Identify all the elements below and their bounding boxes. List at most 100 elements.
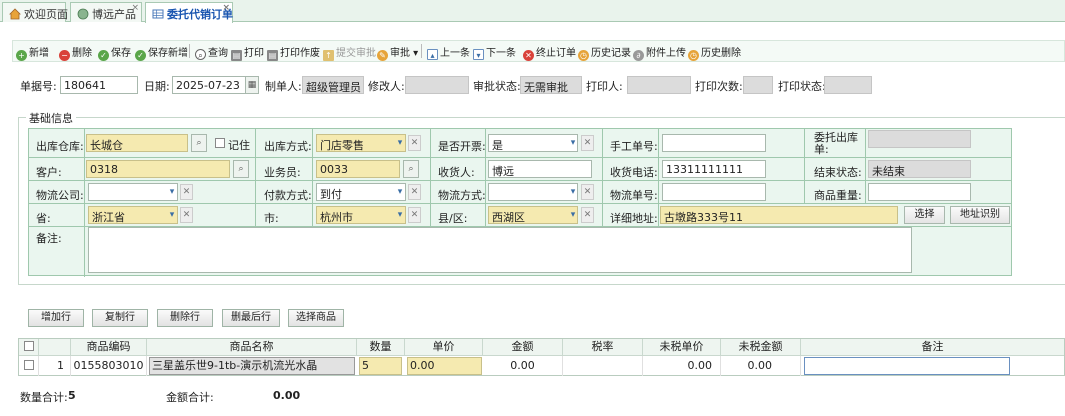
city-select[interactable]: 杭州市 bbox=[316, 206, 406, 224]
stop-icon: ✕ bbox=[523, 50, 534, 61]
attach-upload-button[interactable]: ∂ 附件上传 bbox=[633, 44, 686, 61]
goods-table: 商品编码 商品名称 数量 单价 金额 税率 未税单价 未税金额 备注 1 015… bbox=[18, 338, 1065, 376]
review-icon: ✎ bbox=[377, 50, 388, 61]
invoice-select[interactable]: 是 bbox=[488, 134, 578, 152]
warehouse-field[interactable]: 长城仓 bbox=[86, 134, 188, 152]
remember-checkbox[interactable] bbox=[215, 138, 225, 148]
row-tax bbox=[563, 356, 643, 376]
remember-label: 记住 bbox=[228, 139, 250, 152]
clear-icon[interactable]: ✕ bbox=[581, 184, 594, 200]
select-all-checkbox[interactable] bbox=[23, 341, 34, 351]
row-qty-input[interactable]: 5 bbox=[359, 357, 402, 375]
row-remark-input[interactable] bbox=[804, 357, 1010, 375]
delete-button[interactable]: − 删除 bbox=[59, 44, 92, 61]
clear-icon[interactable]: ✕ bbox=[408, 184, 421, 200]
toolbar-divider bbox=[189, 44, 190, 58]
ship-method-label: 物流方式: bbox=[438, 189, 486, 202]
close-icon[interactable]: × bbox=[131, 3, 139, 13]
history-delete-button[interactable]: ◷ 历史删除 bbox=[688, 44, 741, 61]
clear-icon[interactable]: ✕ bbox=[581, 135, 594, 151]
row-select-cell[interactable] bbox=[19, 356, 39, 376]
search-icon[interactable]: ⌕ bbox=[403, 160, 419, 178]
print-button[interactable]: ▤ 打印 bbox=[231, 44, 264, 61]
add-row-button[interactable]: 增加行 bbox=[28, 309, 84, 327]
weight-label: 商品重量: bbox=[814, 189, 862, 202]
prev-button[interactable]: ▴ 上一条 bbox=[427, 44, 470, 60]
manual-no-field[interactable] bbox=[662, 134, 766, 152]
submit-review-button[interactable]: ↑ 提交审批 bbox=[323, 44, 376, 61]
tab-welcome[interactable]: 欢迎页面 bbox=[2, 2, 68, 22]
query-button[interactable]: ⌕ 查询 bbox=[195, 44, 228, 60]
copy-row-button[interactable]: 复制行 bbox=[92, 309, 148, 327]
printer-icon: ▤ bbox=[267, 50, 278, 61]
chevron-down-icon[interactable]: ▾ bbox=[166, 206, 178, 224]
row-index: 1 bbox=[39, 356, 71, 376]
tab-consign-order[interactable]: 委托代销订单 × bbox=[145, 2, 233, 23]
row-name[interactable]: 三星盖乐世9-1tb-演示机流光水晶 bbox=[149, 357, 355, 375]
chevron-down-icon[interactable]: ▾ bbox=[567, 134, 579, 152]
next-button[interactable]: ▾ 下一条 bbox=[473, 44, 516, 60]
district-select[interactable]: 西湖区 bbox=[488, 206, 578, 224]
clear-icon[interactable]: ✕ bbox=[581, 207, 594, 223]
save-button[interactable]: ✓ 保存 bbox=[98, 44, 131, 61]
plus-icon: + bbox=[16, 50, 27, 61]
out-method-label: 出库方式: bbox=[264, 140, 312, 153]
delete-last-row-button[interactable]: 删最后行 bbox=[222, 309, 280, 327]
select-goods-button[interactable]: 选择商品 bbox=[288, 309, 344, 327]
receiver-field[interactable]: 博远 bbox=[488, 160, 592, 178]
chevron-down-icon[interactable]: ▾ bbox=[394, 206, 406, 224]
ship-method-select[interactable] bbox=[488, 183, 578, 201]
search-icon[interactable]: ⌕ bbox=[191, 134, 207, 152]
row-checkbox[interactable] bbox=[23, 360, 34, 370]
salesman-field[interactable]: 0033 bbox=[316, 160, 400, 178]
row-price-input[interactable]: 0.00 bbox=[407, 357, 482, 375]
print-status-label: 打印状态: bbox=[778, 80, 826, 93]
receiver-label: 收货人: bbox=[438, 166, 475, 179]
history-icon: ◷ bbox=[688, 50, 699, 61]
clear-icon[interactable]: ✕ bbox=[180, 184, 193, 200]
clear-icon[interactable]: ✕ bbox=[408, 207, 421, 223]
row-net-amount: 0.00 bbox=[721, 356, 801, 376]
history-button[interactable]: ◷ 历史记录 bbox=[578, 44, 631, 61]
ship-no-field[interactable] bbox=[662, 183, 766, 201]
calendar-icon[interactable]: ▦ bbox=[245, 76, 259, 94]
amount-total-value: 0.00 bbox=[273, 389, 301, 402]
close-icon[interactable]: × bbox=[222, 3, 230, 13]
search-icon[interactable]: ⌕ bbox=[233, 160, 249, 178]
delete-row-button[interactable]: 删除行 bbox=[157, 309, 213, 327]
tab-product[interactable]: 博远产品 × bbox=[70, 2, 142, 22]
review-status-label: 审批状态: bbox=[473, 80, 521, 93]
out-method-select[interactable]: 门店零售 bbox=[316, 134, 406, 152]
qty-total-label: 数量合计: bbox=[20, 391, 68, 404]
date-field[interactable]: 2025-07-23 bbox=[172, 76, 246, 94]
chevron-down-icon[interactable]: ▾ bbox=[567, 183, 579, 201]
chevron-down-icon[interactable]: ▾ bbox=[394, 134, 406, 152]
col-header-name: 商品名称 bbox=[147, 339, 357, 356]
clear-icon[interactable]: ✕ bbox=[408, 135, 421, 151]
chevron-down-icon[interactable]: ▾ bbox=[166, 183, 178, 201]
customer-field[interactable]: 0318 bbox=[86, 160, 230, 178]
clear-icon[interactable]: ✕ bbox=[180, 207, 193, 223]
review-dropdown-button[interactable]: ✎ 审批 ▾ bbox=[377, 44, 418, 61]
phone-field[interactable]: 13311111111 bbox=[662, 160, 766, 178]
province-select[interactable]: 浙江省 bbox=[88, 206, 178, 224]
logistics-select[interactable] bbox=[88, 183, 178, 201]
address-recognize-button[interactable]: 地址识别 bbox=[950, 206, 1010, 224]
chevron-down-icon[interactable]: ▾ bbox=[567, 206, 579, 224]
pay-method-select[interactable]: 到付 bbox=[316, 183, 406, 201]
doc-no-field[interactable]: 180641 bbox=[60, 76, 138, 94]
new-button[interactable]: + 新增 bbox=[16, 44, 49, 61]
print-void-button[interactable]: ▤ 打印作废 bbox=[267, 44, 320, 61]
address-field[interactable]: 古墩路333号11 bbox=[660, 206, 898, 224]
minus-icon: − bbox=[59, 50, 70, 61]
globe-icon bbox=[77, 8, 89, 20]
save-new-button[interactable]: ✓ 保存新增 bbox=[135, 44, 188, 61]
toolbar-divider bbox=[421, 44, 422, 58]
terminate-order-button[interactable]: ✕ 终止订单 bbox=[523, 44, 576, 61]
select-address-button[interactable]: 选择 bbox=[904, 206, 945, 224]
remark-textarea[interactable] bbox=[88, 227, 912, 273]
chevron-down-icon[interactable]: ▾ bbox=[394, 183, 406, 201]
row-net-price: 0.00 bbox=[643, 356, 721, 376]
select-all-header[interactable] bbox=[19, 339, 39, 356]
weight-field[interactable] bbox=[868, 183, 971, 201]
